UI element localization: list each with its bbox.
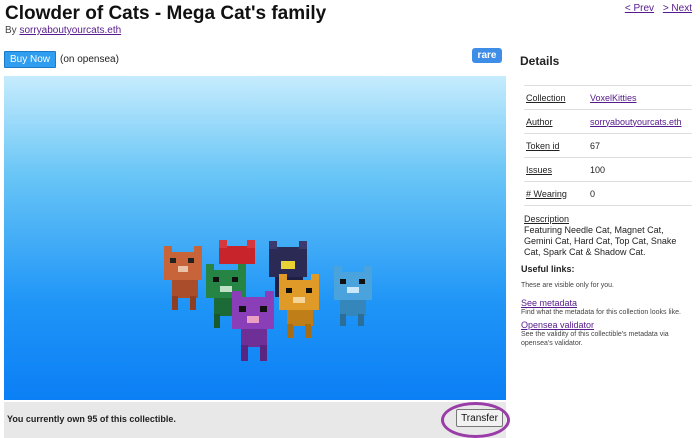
- details-panel: Details Collection VoxelKitties Author s…: [519, 54, 695, 258]
- opensea-validator-link[interactable]: Opensea validator: [521, 320, 693, 330]
- next-link[interactable]: > Next: [663, 3, 692, 14]
- cat-snake: [232, 291, 274, 361]
- visibility-note: These are visible only for you.: [521, 282, 614, 289]
- see-metadata-link[interactable]: See metadata: [521, 298, 693, 308]
- useful-links: Useful links: These are visible only for…: [521, 264, 693, 351]
- metadata-description: Find what the metadata for this collecti…: [521, 309, 681, 316]
- buy-now-button[interactable]: Buy Now: [4, 51, 57, 68]
- cat-top: [279, 274, 319, 338]
- buy-row: Buy Now (on opensea): [4, 51, 119, 68]
- description-block: Description Featuring Needle Cat, Magnet…: [524, 214, 692, 258]
- details-table: Collection VoxelKitties Author sorryabou…: [524, 85, 692, 206]
- byline: By sorryaboutyourcats.eth: [5, 25, 121, 36]
- author-key: Author: [526, 116, 553, 127]
- cat-spark: [334, 266, 372, 326]
- collection-link[interactable]: VoxelKitties: [590, 93, 637, 103]
- cat-needle: [164, 246, 202, 310]
- prev-link[interactable]: < Prev: [625, 3, 654, 14]
- rarity-badge: rare: [472, 48, 502, 63]
- wearing-key: # Wearing: [526, 188, 567, 199]
- token-id-value: 67: [588, 133, 692, 158]
- validator-description: See the validity of this collectible's m…: [521, 331, 669, 347]
- table-row: Author sorryaboutyourcats.eth: [524, 109, 692, 134]
- author-detail-link[interactable]: sorryaboutyourcats.eth: [590, 117, 682, 127]
- by-label: By: [5, 25, 17, 36]
- issues-value: 100: [588, 157, 692, 182]
- token-id-key: Token id: [526, 140, 560, 151]
- cat-magnet: [219, 240, 255, 264]
- page-title: Clowder of Cats - Mega Cat's family: [5, 3, 327, 24]
- collection-key: Collection: [526, 92, 566, 103]
- author-link[interactable]: sorryaboutyourcats.eth: [19, 25, 121, 36]
- table-row: Collection VoxelKitties: [524, 85, 692, 110]
- marketplace-note: (on opensea): [60, 54, 119, 65]
- transfer-button[interactable]: Transfer: [456, 409, 503, 427]
- pagination: < Prev > Next: [619, 3, 692, 14]
- description-label: Description: [524, 214, 570, 224]
- ownership-bar: You currently own 95 of this collectible…: [4, 402, 506, 438]
- table-row: # Wearing 0: [524, 181, 692, 206]
- table-row: Token id 67: [524, 133, 692, 158]
- useful-links-heading: Useful links:: [521, 264, 575, 274]
- table-row: Issues 100: [524, 157, 692, 182]
- voxel-cats-scene: [164, 240, 372, 361]
- details-heading: Details: [520, 54, 560, 68]
- wearing-value: 0: [588, 181, 692, 206]
- ownership-text: You currently own 95 of this collectible…: [7, 414, 176, 424]
- issues-key: Issues: [526, 164, 553, 175]
- description-text: Featuring Needle Cat, Magnet Cat, Gemini…: [524, 225, 677, 257]
- collectible-3d-viewer[interactable]: [4, 76, 506, 400]
